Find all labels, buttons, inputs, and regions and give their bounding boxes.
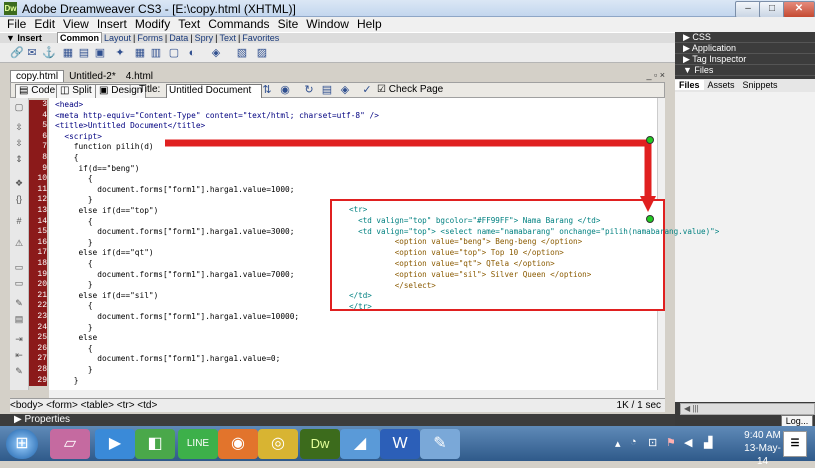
- show-desktop-button[interactable]: ☰: [783, 431, 807, 457]
- tray-time: 9:40 AM: [744, 430, 781, 441]
- taskbar-file-explorer-icon[interactable]: ▱: [50, 429, 90, 459]
- tray-date: 13-May-14: [744, 443, 781, 467]
- taskbar-dreamweaver-icon[interactable]: Dw: [300, 429, 340, 459]
- taskbar-media-player-icon[interactable]: ▶: [95, 429, 135, 459]
- taskbar-notepad-icon[interactable]: ◢: [340, 429, 380, 459]
- tray-volume-icon[interactable]: ◀: [684, 436, 692, 449]
- taskbar-word-icon[interactable]: W: [380, 429, 420, 459]
- taskbar-line-icon[interactable]: LINE: [178, 429, 218, 459]
- tray-signal-icon[interactable]: ▟: [704, 436, 712, 449]
- start-button[interactable]: ⊞: [6, 429, 38, 459]
- arrow-anchor-dot-top: [646, 136, 654, 144]
- tray-flag-icon[interactable]: ⚑: [666, 436, 676, 449]
- taskbar-firefox-icon[interactable]: ◉: [218, 429, 258, 459]
- tray-network-icon[interactable]: ◔: [630, 436, 637, 448]
- tray-sync-icon[interactable]: ⊡: [648, 436, 657, 449]
- taskbar-paint-icon[interactable]: ✎: [420, 429, 460, 459]
- taskbar-chrome-icon[interactable]: ◎: [258, 429, 298, 459]
- annotation-arrow: [165, 136, 656, 223]
- taskbar-bluestacks-icon[interactable]: ◧: [135, 429, 175, 459]
- tray-clock[interactable]: 9:40 AM 13-May-14: [740, 429, 785, 468]
- windows-taskbar: ⊞ ▱ ▶ ◧ LINE ◉ ◎ Dw ◢ W ✎ ▴ ◔ ⊡ ⚑ ◀ ▟ 9:…: [0, 426, 815, 467]
- tray-arrow-icon[interactable]: ▴: [615, 437, 621, 450]
- arrow-head: [640, 196, 656, 212]
- arrow-anchor-dot-bottom: [646, 215, 654, 223]
